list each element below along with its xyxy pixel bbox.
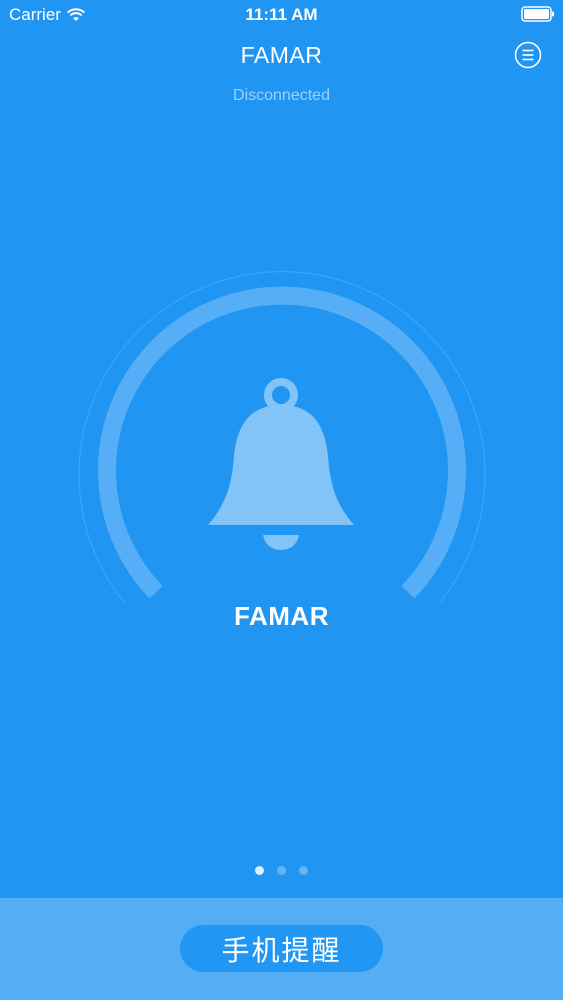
bell-icon[interactable] [205, 378, 357, 554]
page-indicator[interactable] [0, 866, 563, 875]
page-dot-3[interactable] [299, 866, 308, 875]
battery-icon [521, 6, 554, 22]
nav-title: FAMAR [240, 42, 323, 68]
bottom-bar: 手机提醒 [0, 898, 563, 1000]
page-dot-1[interactable] [255, 866, 264, 875]
menu-icon[interactable] [514, 41, 542, 69]
phone-remind-button[interactable]: 手机提醒 [180, 925, 383, 972]
connection-status: Disconnected [233, 87, 330, 104]
status-bar: Carrier 11:11 AM [0, 0, 563, 30]
app-screen: Carrier 11:11 AM FAMAR Disconnected FAMA… [0, 0, 563, 1000]
page-dot-2[interactable] [277, 866, 286, 875]
status-time: 11:11 AM [245, 5, 318, 24]
device-name: FAMAR [234, 601, 329, 631]
